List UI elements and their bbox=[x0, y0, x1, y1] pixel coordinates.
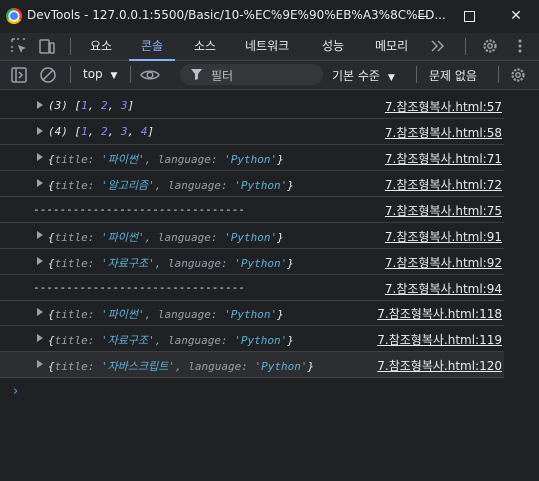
expand-arrow-icon[interactable] bbox=[37, 308, 43, 316]
divider bbox=[416, 66, 417, 83]
log-message[interactable]: {title: '알고리즘', language: 'Python'} bbox=[48, 177, 294, 193]
log-message[interactable]: -------------------------------- bbox=[33, 281, 245, 294]
console-row: (4) [1, 2, 3, 4] 7.참조형복사.html:58 bbox=[0, 119, 504, 145]
log-message[interactable]: (4) [1, 2, 3, 4] bbox=[48, 125, 154, 138]
issues-counter[interactable]: 문제 없음 bbox=[429, 67, 477, 84]
settings-gear-icon[interactable] bbox=[481, 37, 499, 55]
console-output: (3) [1, 2, 3] 7.참조형복사.html:57 (4) [1, 2,… bbox=[0, 90, 539, 481]
minimize-button[interactable] bbox=[400, 0, 446, 33]
chrome-icon bbox=[6, 8, 22, 24]
context-label: top bbox=[83, 67, 103, 81]
live-expression-eye-icon[interactable] bbox=[140, 66, 160, 84]
console-settings-gear-icon[interactable] bbox=[509, 66, 527, 84]
filter-placeholder: 필터 bbox=[211, 69, 234, 83]
console-row: {title: '파이썬', language: 'Python'} 7.참조형… bbox=[0, 145, 504, 171]
expand-arrow-icon[interactable] bbox=[37, 179, 43, 187]
dropdown-arrow-icon: ▼ bbox=[387, 73, 395, 83]
expand-arrow-icon[interactable] bbox=[37, 127, 43, 135]
expand-arrow-icon[interactable] bbox=[37, 101, 43, 109]
console-row: -------------------------------- 7.참조형복사… bbox=[0, 275, 504, 301]
console-row: {title: '자바스크립트', language: 'Python'} 7.… bbox=[0, 352, 504, 378]
maximize-button[interactable] bbox=[446, 0, 492, 33]
console-scrollbar[interactable] bbox=[525, 90, 539, 481]
console-row: -------------------------------- 7.참조형복사… bbox=[0, 197, 504, 223]
expand-arrow-icon[interactable] bbox=[37, 231, 43, 239]
divider bbox=[130, 66, 131, 83]
more-tabs-icon[interactable] bbox=[429, 37, 447, 55]
dropdown-arrow-icon: ▼ bbox=[110, 71, 118, 81]
devtools-tabbar: 요소 콘솔 소스 네트워크 성능 메모리 bbox=[0, 33, 539, 61]
log-message[interactable]: {title: '파이썬', language: 'Python'} bbox=[48, 229, 284, 245]
divider bbox=[465, 38, 466, 55]
inspect-element-icon[interactable] bbox=[10, 37, 28, 55]
console-row: (3) [1, 2, 3] 7.참조형복사.html:57 bbox=[0, 93, 504, 119]
source-link[interactable]: 7.참조형복사.html:72 bbox=[385, 176, 502, 193]
source-link[interactable]: 7.참조형복사.html:94 bbox=[385, 280, 502, 297]
console-row: {title: '파이썬', language: 'Python'} 7.참조형… bbox=[0, 300, 504, 326]
expand-arrow-icon[interactable] bbox=[37, 360, 43, 368]
console-row: {title: '알고리즘', language: 'Python'} 7.참조… bbox=[0, 171, 504, 197]
log-levels-dropdown[interactable]: 기본 수준 ▼ bbox=[332, 67, 395, 84]
log-message[interactable]: (3) [1, 2, 3] bbox=[48, 99, 134, 112]
context-selector[interactable]: top ▼ bbox=[83, 67, 117, 81]
source-link[interactable]: 7.참조형복사.html:91 bbox=[385, 228, 502, 245]
console-toolbar: top ▼ 필터 기본 수준 ▼ 문제 없음 bbox=[0, 61, 539, 90]
divider bbox=[70, 38, 71, 55]
source-link[interactable]: 7.참조형복사.html:75 bbox=[385, 202, 502, 219]
log-message[interactable]: -------------------------------- bbox=[33, 203, 245, 216]
divider bbox=[70, 66, 71, 83]
source-link[interactable]: 7.참조형복사.html:92 bbox=[385, 254, 502, 271]
sidebar-toggle-icon[interactable] bbox=[10, 66, 28, 84]
source-link[interactable]: 7.참조형복사.html:119 bbox=[377, 331, 502, 348]
expand-arrow-icon[interactable] bbox=[37, 153, 43, 161]
log-message[interactable]: {title: '자료구조', language: 'Python'} bbox=[48, 332, 294, 348]
clear-console-icon[interactable] bbox=[39, 66, 57, 84]
log-message[interactable]: {title: '파이썬', language: 'Python'} bbox=[48, 306, 284, 322]
window-titlebar: DevTools - 127.0.0.1:5500/Basic/10-%EC%9… bbox=[0, 0, 539, 33]
tab-memory[interactable]: 메모리 bbox=[375, 33, 408, 60]
divider bbox=[498, 66, 499, 83]
source-link[interactable]: 7.참조형복사.html:57 bbox=[385, 98, 502, 115]
log-message[interactable]: {title: '자바스크립트', language: 'Python'} bbox=[48, 358, 314, 374]
tab-network[interactable]: 네트워크 bbox=[245, 33, 289, 60]
log-message[interactable]: {title: '파이썬', language: 'Python'} bbox=[48, 151, 284, 167]
filter-input[interactable]: 필터 bbox=[180, 64, 323, 85]
source-link[interactable]: 7.참조형복사.html:120 bbox=[377, 357, 502, 374]
console-row: {title: '파이썬', language: 'Python'} 7.참조형… bbox=[0, 223, 504, 249]
tab-elements[interactable]: 요소 bbox=[90, 33, 112, 60]
device-toolbar-icon[interactable] bbox=[38, 37, 56, 55]
filter-icon bbox=[191, 69, 202, 80]
tab-console[interactable]: 콘솔 bbox=[128, 33, 176, 61]
source-link[interactable]: 7.참조형복사.html:118 bbox=[377, 305, 502, 322]
tab-sources[interactable]: 소스 bbox=[194, 33, 216, 60]
console-prompt[interactable]: › bbox=[13, 384, 18, 399]
console-row: {title: '자료구조', language: 'Python'} 7.참조… bbox=[0, 249, 504, 275]
console-row: {title: '자료구조', language: 'Python'} 7.참조… bbox=[0, 326, 504, 352]
kebab-menu-icon[interactable] bbox=[511, 37, 529, 55]
log-message[interactable]: {title: '자료구조', language: 'Python'} bbox=[48, 255, 294, 271]
expand-arrow-icon[interactable] bbox=[37, 257, 43, 265]
close-button[interactable]: ✕ bbox=[493, 0, 539, 33]
source-link[interactable]: 7.참조형복사.html:71 bbox=[385, 150, 502, 167]
levels-label: 기본 수준 bbox=[332, 69, 380, 83]
window-title: DevTools - 127.0.0.1:5500/Basic/10-%EC%9… bbox=[27, 8, 446, 22]
tab-performance[interactable]: 성능 bbox=[322, 33, 344, 60]
source-link[interactable]: 7.참조형복사.html:58 bbox=[385, 124, 502, 141]
expand-arrow-icon[interactable] bbox=[37, 334, 43, 342]
